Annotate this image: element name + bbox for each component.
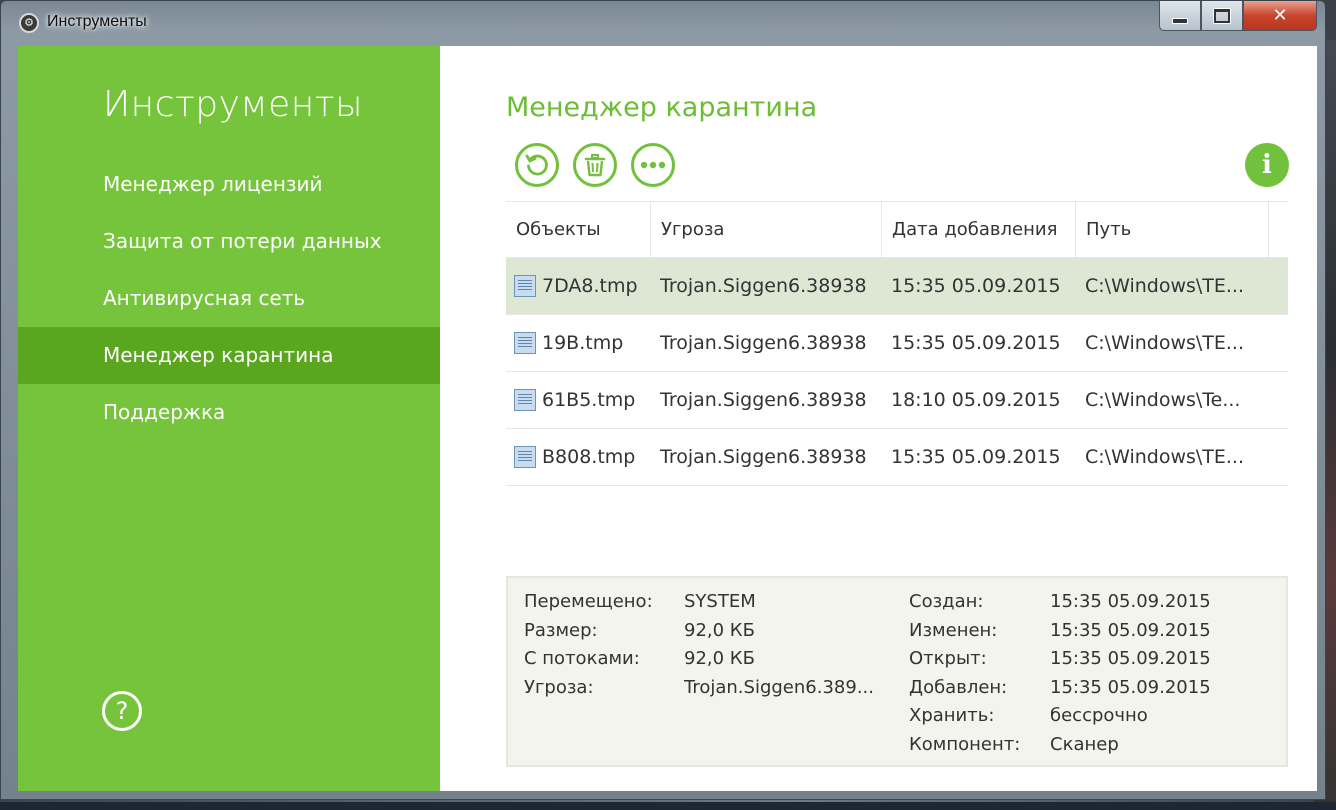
sidebar-item-label: Менеджер карантина: [103, 343, 334, 367]
sidebar-item-label: Антивирусная сеть: [103, 286, 306, 310]
help-button[interactable]: ?: [102, 691, 142, 731]
file-icon: [514, 446, 536, 468]
file-icon: [514, 332, 536, 354]
detail-value-moved-by: SYSTEM: [684, 591, 756, 612]
sidebar-item-license-manager[interactable]: Менеджер лицензий: [18, 156, 440, 213]
detail-label-component: Компонент:: [909, 734, 1021, 755]
more-icon: [640, 161, 666, 169]
title-bar[interactable]: ⚙ Инструменты ✕: [1, 1, 1325, 46]
maximize-button[interactable]: [1201, 1, 1243, 31]
sidebar-item-label: Менеджер лицензий: [103, 172, 323, 196]
client-area: Инструменты Менеджер лицензий Защита от …: [18, 46, 1317, 791]
detail-label-with-streams: С потоками:: [524, 648, 640, 669]
detail-label-opened: Открыт:: [909, 648, 987, 669]
cell-threat: Trojan.Siggen6.38938: [660, 275, 867, 297]
cell-path: C:\Windows\TE...: [1085, 446, 1245, 468]
sidebar-item-antivirus-network[interactable]: Антивирусная сеть: [18, 270, 440, 327]
taskbar: [0, 802, 1336, 810]
main-panel: Менеджер карантина i Объекты Угроза Дата…: [440, 46, 1317, 791]
detail-value-created: 15:35 05.09.2015: [1050, 591, 1211, 612]
sidebar-title: Инструменты: [103, 84, 364, 125]
sidebar-item-data-loss-protection[interactable]: Защита от потери данных: [18, 213, 440, 270]
column-header-objects[interactable]: Объекты: [506, 202, 651, 257]
table-row[interactable]: 61B5.tmp Trojan.Siggen6.38938 18:10 05.0…: [506, 372, 1288, 429]
delete-button[interactable]: [573, 143, 617, 187]
minimize-button[interactable]: [1159, 1, 1201, 31]
cell-threat: Trojan.Siggen6.38938: [660, 389, 867, 411]
detail-value-opened: 15:35 05.09.2015: [1050, 648, 1211, 669]
file-icon: [514, 389, 536, 411]
quarantine-table: Объекты Угроза Дата добавления Путь 7DA8…: [506, 201, 1288, 486]
table-header: Объекты Угроза Дата добавления Путь: [506, 201, 1288, 258]
detail-value-size: 92,0 КБ: [684, 620, 755, 641]
trash-icon: [584, 154, 606, 177]
column-header-path[interactable]: Путь: [1076, 202, 1269, 257]
file-icon: [514, 275, 536, 297]
column-header-threat[interactable]: Угроза: [651, 202, 882, 257]
sidebar: Инструменты Менеджер лицензий Защита от …: [18, 46, 440, 791]
cell-threat: Trojan.Siggen6.38938: [660, 446, 867, 468]
detail-label-moved-by: Перемещено:: [524, 591, 653, 612]
detail-label-modified: Изменен:: [909, 620, 998, 641]
cell-path: C:\Windows\TE...: [1085, 332, 1245, 354]
cell-object: B808.tmp: [542, 446, 636, 468]
detail-label-keep: Хранить:: [909, 705, 995, 726]
detail-label-added: Добавлен:: [909, 677, 1008, 698]
app-window: ⚙ Инструменты ✕ Инструменты Менеджер лиц…: [0, 0, 1326, 800]
detail-value-modified: 15:35 05.09.2015: [1050, 620, 1211, 641]
question-icon: ?: [115, 697, 129, 725]
cell-date: 15:35 05.09.2015: [891, 446, 1061, 468]
minimize-icon: [1172, 17, 1188, 24]
gear-icon: ⚙: [19, 13, 39, 33]
detail-label-size: Размер:: [524, 620, 598, 641]
sidebar-item-support[interactable]: Поддержка: [18, 384, 440, 441]
detail-value-with-streams: 92,0 КБ: [684, 648, 755, 669]
cell-date: 15:35 05.09.2015: [891, 332, 1061, 354]
sidebar-item-label: Защита от потери данных: [103, 229, 382, 253]
more-button[interactable]: [631, 143, 675, 187]
cell-object: 61B5.tmp: [542, 389, 636, 411]
maximize-icon: [1214, 8, 1230, 23]
info-button[interactable]: i: [1245, 143, 1289, 187]
detail-value-component: Сканер: [1050, 734, 1119, 755]
cell-path: C:\Windows\TE...: [1085, 275, 1245, 297]
cell-date: 15:35 05.09.2015: [891, 275, 1061, 297]
details-panel: Перемещено: SYSTEM Размер: 92,0 КБ С пот…: [506, 576, 1288, 767]
column-header-date-added[interactable]: Дата добавления: [882, 202, 1076, 257]
cell-object: 7DA8.tmp: [542, 275, 638, 297]
cell-object: 19B.tmp: [542, 332, 624, 354]
table-row[interactable]: 19B.tmp Trojan.Siggen6.38938 15:35 05.09…: [506, 315, 1288, 372]
close-button[interactable]: ✕: [1243, 1, 1317, 31]
sidebar-item-quarantine-manager[interactable]: Менеджер карантина: [18, 327, 440, 384]
info-icon: i: [1262, 150, 1272, 180]
restore-icon: [525, 154, 548, 176]
close-icon: ✕: [1272, 5, 1288, 26]
page-title: Менеджер карантина: [506, 92, 818, 123]
detail-label-created: Создан:: [909, 591, 984, 612]
detail-value-threat: Trojan.Siggen6.389...: [684, 677, 874, 698]
sidebar-item-label: Поддержка: [103, 400, 226, 424]
window-title: Инструменты: [47, 13, 147, 30]
restore-button[interactable]: [515, 143, 559, 187]
cell-threat: Trojan.Siggen6.38938: [660, 332, 867, 354]
table-row[interactable]: B808.tmp Trojan.Siggen6.38938 15:35 05.0…: [506, 429, 1288, 486]
cell-path: C:\Windows\Te...: [1085, 389, 1241, 411]
table-row[interactable]: 7DA8.tmp Trojan.Siggen6.38938 15:35 05.0…: [506, 258, 1288, 315]
detail-label-threat: Угроза:: [524, 677, 594, 698]
cell-date: 18:10 05.09.2015: [891, 389, 1061, 411]
detail-value-added: 15:35 05.09.2015: [1050, 677, 1211, 698]
detail-value-keep: бессрочно: [1050, 705, 1148, 726]
